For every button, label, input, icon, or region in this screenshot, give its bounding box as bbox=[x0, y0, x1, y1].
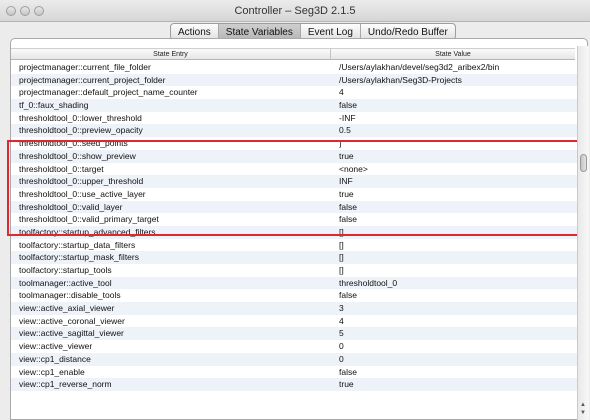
table-row[interactable]: projectmanager::current_project_folder/U… bbox=[11, 73, 577, 87]
title-bar: Controller – Seg3D 2.1.5 bbox=[0, 0, 590, 22]
table-row[interactable]: view::active_sagittal_viewer 5 bbox=[11, 327, 577, 341]
vertical-scrollbar[interactable]: ▲ ▼ bbox=[577, 46, 589, 420]
state-value-cell: <none> bbox=[339, 163, 368, 174]
table-row[interactable]: toolfactory::startup_mask_filters [] bbox=[11, 251, 577, 264]
state-entry-cell: toolfactory::startup_mask_filters bbox=[19, 252, 139, 263]
state-value-cell: [] bbox=[339, 226, 344, 237]
state-entry-cell: thresholdtool_0::use_active_layer bbox=[19, 188, 146, 199]
state-entry-cell: toolmanager::disable_tools bbox=[19, 290, 121, 301]
table-row[interactable]: tf_0::faux_shading false bbox=[11, 99, 577, 112]
state-entry-cell: toolfactory::startup_tools bbox=[19, 265, 112, 275]
tab-event-log[interactable]: Event Log bbox=[301, 24, 361, 39]
table-row[interactable]: toolfactory::startup_data_filters [] bbox=[11, 238, 577, 252]
state-entry-cell: view::active_coronal_viewer bbox=[19, 315, 125, 326]
state-entry-cell: tf_0::faux_shading bbox=[19, 100, 89, 111]
state-entry-cell: projectmanager::current_project_folder bbox=[19, 74, 166, 85]
state-value-cell: [] bbox=[339, 265, 344, 275]
state-entry-cell: view::cp1_enable bbox=[19, 366, 85, 377]
table-row[interactable]: view::cp1_reverse_norm true bbox=[11, 378, 577, 391]
state-entry-cell: toolfactory::startup_advanced_filters bbox=[19, 226, 156, 237]
state-value-cell: -INF bbox=[339, 112, 356, 123]
scroll-up-arrow-icon[interactable]: ▲ bbox=[580, 402, 586, 409]
state-variables-panel: State Entry State Value projectmanager::… bbox=[10, 38, 588, 420]
state-value-cell: 0.5 bbox=[339, 125, 351, 136]
table-row[interactable]: toolfactory::startup_advanced_filters [] bbox=[11, 225, 577, 239]
state-value-cell: 0 bbox=[339, 353, 344, 364]
state-entry-cell: thresholdtool_0::valid_primary_target bbox=[19, 214, 159, 225]
state-value-cell: true bbox=[339, 379, 354, 390]
table-row[interactable]: thresholdtool_0::valid_layer false bbox=[11, 200, 577, 214]
state-entry-cell: view::cp1_reverse_norm bbox=[19, 379, 112, 390]
state-value-cell: false bbox=[339, 290, 357, 301]
table-row[interactable]: toolfactory::startup_tools [] bbox=[11, 264, 577, 277]
state-entry-cell: thresholdtool_0::target bbox=[19, 163, 104, 174]
state-entry-cell: toolmanager::active_tool bbox=[19, 277, 112, 288]
state-value-cell: [] bbox=[339, 239, 344, 250]
state-value-cell: [] bbox=[339, 252, 344, 263]
state-entry-cell: thresholdtool_0::seed_points bbox=[19, 138, 128, 149]
state-entry-cell: thresholdtool_0::preview_opacity bbox=[19, 125, 143, 136]
tab-state-variables[interactable]: State Variables bbox=[218, 24, 301, 39]
table-row[interactable]: thresholdtool_0::preview_opacity 0.5 bbox=[11, 124, 577, 138]
table-row[interactable]: thresholdtool_0::show_preview true bbox=[11, 149, 577, 163]
scroll-down-arrow-icon[interactable]: ▼ bbox=[580, 410, 586, 417]
table-row[interactable]: projectmanager::default_project_name_cou… bbox=[11, 86, 577, 100]
table-row[interactable]: thresholdtool_0::valid_primary_target fal… bbox=[11, 213, 577, 226]
table-row[interactable]: thresholdtool_0::lower_threshold -INF bbox=[11, 111, 577, 125]
state-entry-cell: thresholdtool_0::lower_threshold bbox=[19, 112, 142, 123]
state-value-cell: false bbox=[339, 366, 357, 377]
table-row[interactable]: view::active_viewer 0 bbox=[11, 340, 577, 353]
state-value-cell: /Users/aylakhan/devel/seg3d2_aribex2/bin bbox=[339, 62, 500, 72]
state-value-cell: false bbox=[339, 100, 357, 111]
table-row[interactable]: view::cp1_enable false bbox=[11, 365, 577, 379]
state-value-cell: 4 bbox=[339, 87, 344, 98]
state-entry-cell: thresholdtool_0::show_preview bbox=[19, 150, 136, 161]
state-entry-cell: toolfactory::startup_data_filters bbox=[19, 239, 136, 250]
state-entry-cell: view::active_sagittal_viewer bbox=[19, 328, 124, 339]
state-value-cell: thresholdtool_0 bbox=[339, 277, 398, 288]
scrollbar-thumb[interactable] bbox=[580, 154, 587, 172]
state-value-cell: true bbox=[339, 188, 354, 199]
tab-undo-redo-buffer[interactable]: Undo/Redo Buffer bbox=[361, 24, 455, 39]
table-row[interactable]: view::active_axial_viewer 3 bbox=[11, 302, 577, 315]
state-value-cell: true bbox=[339, 150, 354, 161]
table-row[interactable]: thresholdtool_0::target <none> bbox=[11, 162, 577, 176]
state-entry-cell: view::active_viewer bbox=[19, 341, 93, 352]
state-value-cell: false bbox=[339, 201, 357, 212]
state-value-cell: INF bbox=[339, 176, 353, 187]
table-row[interactable]: toolmanager::active_tool thresholdtool_0 bbox=[11, 276, 577, 290]
table-header: State Entry State Value bbox=[11, 48, 575, 60]
table-row[interactable]: view::active_coronal_viewer 4 bbox=[11, 314, 577, 328]
table-row[interactable]: thresholdtool_0::seed_points] bbox=[11, 137, 577, 150]
state-value-cell: ] bbox=[339, 138, 342, 149]
state-value-cell: 4 bbox=[339, 315, 344, 326]
state-value-cell: 0 bbox=[339, 341, 344, 352]
table-row[interactable]: toolmanager::disable_tools false bbox=[11, 289, 577, 303]
state-entry-cell: projectmanager::current_file_folder bbox=[19, 62, 151, 72]
state-entry-cell: view::cp1_distance bbox=[19, 353, 91, 364]
state-entry-cell: projectmanager::default_project_name_cou… bbox=[19, 87, 198, 98]
state-value-cell: false bbox=[339, 214, 357, 225]
tab-actions[interactable]: Actions bbox=[171, 24, 219, 39]
column-header-state-entry[interactable]: State Entry bbox=[11, 49, 331, 59]
controller-window: Controller – Seg3D 2.1.5 Actions State V… bbox=[0, 0, 590, 420]
state-value-cell: 3 bbox=[339, 303, 344, 314]
state-entry-cell: thresholdtool_0::upper_threshold bbox=[19, 176, 144, 187]
table-row[interactable]: projectmanager::current_file_folder/User… bbox=[11, 61, 577, 74]
window-title: Controller – Seg3D 2.1.5 bbox=[234, 5, 356, 17]
state-value-cell: /Users/aylakhan/Seg3D-Projects bbox=[339, 74, 462, 85]
state-entry-cell: view::active_axial_viewer bbox=[19, 303, 115, 314]
state-table-body: projectmanager::current_file_folder/User… bbox=[11, 61, 577, 391]
column-header-state-value[interactable]: State Value bbox=[331, 49, 575, 59]
state-value-cell: 5 bbox=[339, 328, 344, 339]
table-row[interactable]: thresholdtool_0::use_active_layer true bbox=[11, 187, 577, 201]
state-entry-cell: thresholdtool_0::valid_layer bbox=[19, 201, 123, 212]
table-row[interactable]: thresholdtool_0::upper_threshold INF bbox=[11, 175, 577, 188]
table-row[interactable]: view::cp1_distance 0 bbox=[11, 352, 577, 366]
